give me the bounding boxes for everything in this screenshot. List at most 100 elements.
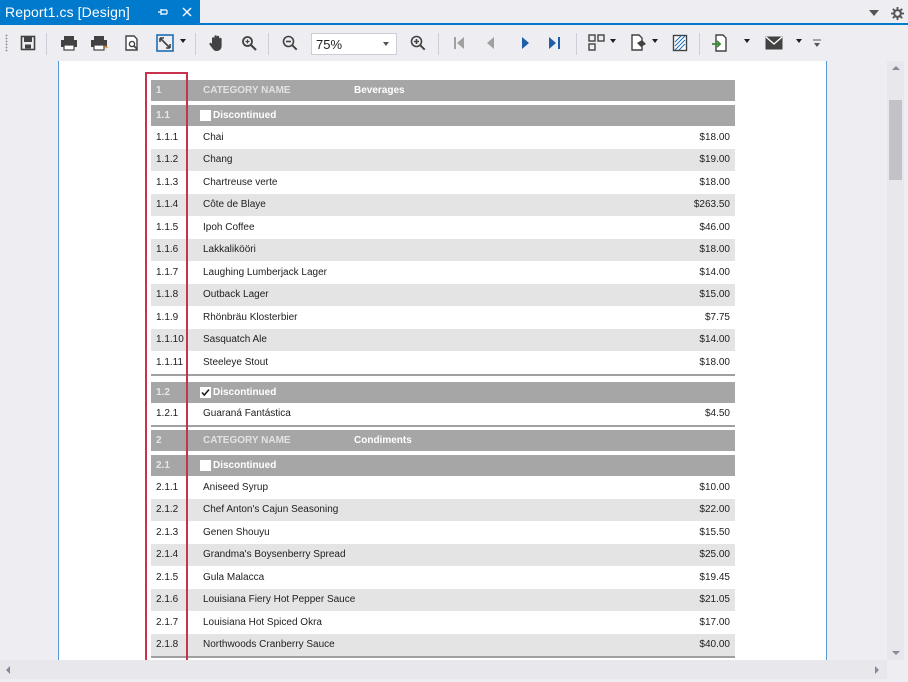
zoom-in-icon[interactable]: [406, 31, 430, 55]
group-footer-divider: [151, 656, 735, 658]
send-email-dropdown[interactable]: [796, 39, 802, 43]
unit-price: $19.00: [699, 154, 730, 166]
zoom-value: 75%: [316, 36, 343, 52]
toolbar-separator: [576, 33, 577, 55]
export-dropdown[interactable]: [744, 39, 750, 43]
unit-price: $7.75: [704, 311, 730, 323]
scroll-right-icon[interactable]: [875, 666, 879, 674]
product-name: Louisiana Fiery Hot Pepper Sauce: [203, 594, 356, 606]
row-number: 2.1.6: [156, 594, 179, 606]
product-row: 1.1.7 Laughing Lumberjack Lager $14.00: [151, 261, 735, 284]
toolbar-grip[interactable]: [5, 34, 8, 52]
print-icon[interactable]: [57, 31, 81, 55]
row-number: 2.1: [156, 460, 170, 471]
scroll-left-icon[interactable]: [6, 666, 10, 674]
product-name: Ipoh Coffee: [203, 221, 255, 233]
discontinued-group-label: Discontinued: [200, 455, 276, 476]
close-icon[interactable]: [178, 3, 196, 21]
unit-price: $18.00: [699, 244, 730, 256]
report-body: 1 CATEGORY NAME Beverages 1.1 Discontinued 1.…: [151, 61, 735, 658]
product-row: 2.1.2 Chef Anton's Cajun Seasoning $22.00: [151, 498, 735, 521]
product-row: 1.1.4 Côte de Blaye $263.50: [151, 193, 735, 216]
unit-price: $46.00: [699, 221, 730, 233]
row-number: 1.1.5: [156, 221, 179, 233]
document-tab[interactable]: Report1.cs [Design]: [0, 0, 200, 24]
overflow-icon[interactable]: [809, 31, 825, 55]
window-frame: [904, 25, 908, 682]
quick-print-icon[interactable]: [88, 31, 112, 55]
scroll-up-icon[interactable]: [892, 66, 900, 70]
unit-price: $14.00: [699, 266, 730, 278]
report-preview[interactable]: 1 CATEGORY NAME Beverages 1.1 Discontinued 1.…: [0, 61, 887, 660]
multiple-pages-dropdown[interactable]: [610, 39, 616, 43]
row-number: 2.1.2: [156, 504, 179, 516]
unit-price: $14.00: [699, 334, 730, 346]
row-number: 2: [156, 435, 162, 446]
row-number: 2.1.8: [156, 639, 179, 651]
watermark-icon[interactable]: [668, 31, 692, 55]
unit-price: $21.05: [699, 594, 730, 606]
product-name: Lakkalikööri: [203, 244, 256, 256]
row-number: 1.1.4: [156, 199, 179, 211]
zoom-select[interactable]: 75%: [311, 33, 397, 55]
product-row: 2.1.5 Gula Malacca $19.45: [151, 566, 735, 589]
document-tab-title: Report1.cs [Design]: [5, 4, 130, 20]
previous-page-icon[interactable]: [479, 31, 503, 55]
save-icon[interactable]: [16, 31, 40, 55]
unit-price: $18.00: [699, 356, 730, 368]
page-color-icon[interactable]: [626, 31, 650, 55]
product-name: Aniseed Syrup: [203, 481, 269, 493]
toolbar-separator: [46, 33, 47, 55]
unit-price: $25.00: [699, 549, 730, 561]
product-row: 1.1.11 Steeleye Stout $18.00: [151, 351, 735, 374]
row-number: 2.1.5: [156, 571, 179, 583]
export-icon[interactable]: [708, 31, 732, 55]
discontinued-group-label: Discontinued: [200, 105, 276, 126]
horizontal-scrollbar[interactable]: [0, 660, 887, 679]
row-number: 1.2: [156, 386, 170, 398]
gear-icon[interactable]: [888, 4, 906, 22]
group-header-row: 1.1 Discontinued: [151, 105, 735, 126]
magnifier-icon[interactable]: [237, 31, 261, 55]
product-name: Chai: [203, 131, 224, 143]
check-icon: [201, 388, 210, 396]
page-color-dropdown[interactable]: [652, 39, 658, 43]
next-page-icon[interactable]: [513, 31, 537, 55]
row-number: 2.1.3: [156, 526, 179, 538]
discontinued-group-label: Discontinued: [200, 382, 276, 403]
row-number: 1.1.8: [156, 289, 179, 301]
product-row: 1.1.5 Ipoh Coffee $46.00: [151, 216, 735, 239]
product-row: 1.1.2 Chang $19.00: [151, 148, 735, 171]
chevron-down-icon[interactable]: [383, 42, 389, 46]
fit-page-dropdown[interactable]: [180, 39, 186, 43]
vertical-scrollbar[interactable]: [887, 61, 904, 660]
print-preview-icon[interactable]: [120, 31, 144, 55]
scroll-down-icon[interactable]: [892, 651, 900, 655]
multiple-pages-icon[interactable]: [585, 31, 609, 55]
product-name: Chef Anton's Cajun Seasoning: [203, 504, 339, 516]
last-page-icon[interactable]: [543, 31, 567, 55]
zoom-out-icon[interactable]: [278, 31, 302, 55]
product-name: Grandma's Boysenberry Spread: [203, 549, 346, 561]
product-row: 2.1.4 Grandma's Boysenberry Spread $25.00: [151, 543, 735, 566]
row-number: 1.2.1: [156, 408, 179, 420]
unit-price: $18.00: [699, 176, 730, 188]
product-row: 1.1.10 Sasquatch Ale $14.00: [151, 328, 735, 351]
product-row: 1.2.1 Guaraná Fantástica $4.50: [151, 402, 735, 425]
preview-toolbar: 75%: [0, 25, 908, 61]
row-number: 2.1.7: [156, 616, 179, 628]
hand-tool-icon[interactable]: [205, 31, 229, 55]
product-row: 2.1.6 Louisiana Fiery Hot Pepper Sauce $21…: [151, 588, 735, 611]
fit-page-icon[interactable]: [153, 31, 177, 55]
vertical-scroll-thumb[interactable]: [889, 100, 902, 180]
unit-price: $4.50: [704, 408, 730, 420]
category-name: Beverages: [354, 85, 405, 96]
unit-price: $18.00: [699, 131, 730, 143]
product-name: Northwoods Cranberry Sauce: [203, 639, 335, 651]
first-page-icon[interactable]: [447, 31, 471, 55]
pin-icon[interactable]: [154, 3, 172, 21]
send-email-icon[interactable]: [762, 31, 786, 55]
product-name: Louisiana Hot Spiced Okra: [203, 616, 322, 628]
chevron-down-icon[interactable]: [865, 4, 883, 22]
